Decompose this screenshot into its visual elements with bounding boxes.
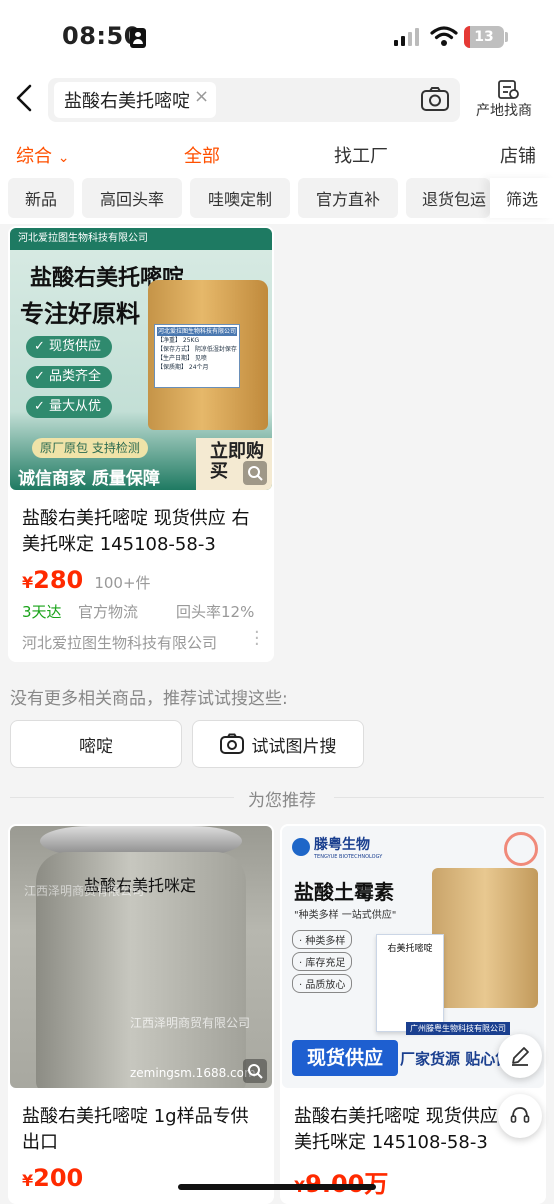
home-indicator xyxy=(178,1184,376,1190)
barrel-label-line: 【生产日期】 见喷 xyxy=(157,355,207,362)
customer-service-float-button[interactable] xyxy=(498,1094,542,1138)
origin-search-label[interactable]: 产地找商 xyxy=(476,100,532,120)
image-headline: 盐酸土霉素 xyxy=(294,880,394,904)
divider xyxy=(334,797,544,798)
search-query-text: 盐酸右美托嘧啶 xyxy=(64,91,190,112)
brand-logo-icon xyxy=(292,838,310,856)
product-card[interactable]: 盐酸右美托咪定 江西泽明商贸有限公司 江西泽明商贸有限公司 zemingsm.1… xyxy=(8,824,274,1204)
image-search-label: 试试图片搜 xyxy=(251,736,337,757)
repeat-rate: 回头率12% xyxy=(176,603,255,621)
tab-bar xyxy=(0,130,554,174)
image-check-item: ✓ 现货供应 xyxy=(26,336,112,358)
product-title[interactable]: 盐酸右美托嘧啶 1g样品专供出口 xyxy=(22,1104,262,1156)
check-icon: ✓ xyxy=(34,339,45,354)
pencil-icon xyxy=(512,1047,529,1066)
chevron-down-icon: ⌄ xyxy=(57,150,70,166)
barrel-label: 河北爱拉图生物科技有限公司 【净重】 25KG 【保存方式】 阴凉低湿封保存 【… xyxy=(154,324,240,388)
image-bottom-tag: 原厂原包 支持检测 xyxy=(32,438,148,458)
product-price: ¥9.00万 xyxy=(294,1164,388,1199)
tab-all[interactable]: 全部 xyxy=(184,142,220,168)
find-similar-icon[interactable] xyxy=(242,1058,268,1084)
product-card[interactable]: 滕粤生物 TENGYUE BIOTECHNOLOGY 盐酸土霉素 "种类多样 一… xyxy=(280,824,546,1204)
product-price: ¥280 100+件 xyxy=(22,566,151,594)
id-card-icon xyxy=(130,28,146,48)
brand-name: 滕粤生物 xyxy=(314,837,370,853)
sample-bag: 右美托嘧啶 xyxy=(376,934,444,1032)
filter-custom[interactable]: 哇噢定制 xyxy=(190,178,290,218)
delivery-time: 3天达 xyxy=(22,603,62,621)
price-value: 280 xyxy=(33,566,84,594)
cellular-signal-icon xyxy=(394,28,419,46)
shop-name[interactable]: 河北爱拉图生物科技有限公司 xyxy=(22,632,217,653)
image-subheadline: 专注好原料 xyxy=(20,300,140,328)
image-bullet: · 库存充足 xyxy=(292,952,353,971)
camera-icon xyxy=(219,733,244,754)
image-bullet: · 种类多样 xyxy=(292,930,353,949)
barrel-label-line: 【保质期】 24个月 xyxy=(157,364,209,371)
product-image[interactable]: 盐酸右美托咪定 江西泽明商贸有限公司 江西泽明商贸有限公司 zemingsm.1… xyxy=(10,826,272,1088)
tab-overall[interactable]: 综合 ⌄ xyxy=(16,142,69,168)
barrel-label-company: 河北爱拉图生物科技有限公司 xyxy=(157,327,237,336)
suggest-keyword-button[interactable]: 嘧啶 xyxy=(10,720,182,768)
image-company-banner: 河北爱拉图生物科技有限公司 xyxy=(10,228,272,250)
image-check-item: ✓ 品类齐全 xyxy=(26,366,112,388)
currency-symbol: ¥ xyxy=(22,573,34,592)
wifi-icon xyxy=(430,26,458,46)
barrel-graphic xyxy=(432,868,538,1008)
back-arrow-icon[interactable] xyxy=(12,82,36,114)
more-options-icon[interactable]: · · · xyxy=(254,624,260,654)
logistics-label: 官方物流 xyxy=(78,603,139,621)
image-banner: 现货供应 xyxy=(292,1040,398,1076)
image-check-item: ✓ 量大从优 xyxy=(26,396,112,418)
image-watermark: 江西泽明商贸有限公司 xyxy=(130,1016,251,1030)
barrel-label-line: 【净重】 25KG xyxy=(157,337,200,344)
origin-factory-icon[interactable] xyxy=(496,78,520,100)
filter-new[interactable]: 新品 xyxy=(8,178,74,218)
sold-count: 100+件 xyxy=(94,574,151,592)
filter-official-subsidy[interactable]: 官方直补 xyxy=(298,178,398,218)
product-card[interactable]: 河北爱拉图生物科技有限公司 盐酸右美托嘧啶 专注好原料 河北爱拉图生物科技有限公… xyxy=(8,226,274,662)
product-image[interactable]: 河北爱拉图生物科技有限公司 盐酸右美托嘧啶 专注好原料 河北爱拉图生物科技有限公… xyxy=(10,228,272,490)
filter-return-shipping[interactable]: 退货包运 xyxy=(406,178,490,218)
image-search-camera-icon[interactable] xyxy=(420,86,450,112)
battery-low-fill xyxy=(464,26,470,48)
image-bullet: · 品质放心 xyxy=(292,974,353,993)
edit-float-button[interactable] xyxy=(498,1034,542,1078)
battery-level: 13 xyxy=(474,29,494,45)
currency-symbol: ¥ xyxy=(22,1171,34,1190)
barrel-label-line: 【保存方式】 阴凉低湿封保存 xyxy=(157,346,237,353)
tab-overall-label: 综合 xyxy=(16,146,52,167)
bag-label: 右美托嘧啶 xyxy=(387,944,433,954)
battery-indicator: 13 xyxy=(464,26,504,48)
image-watermark: 江西泽明商贸有限公司 xyxy=(24,884,145,898)
image-bottom-slogan: 诚信商家 质量保障 xyxy=(18,469,160,489)
image-search-button[interactable]: 试试图片搜 xyxy=(192,720,364,768)
headset-icon xyxy=(510,1107,530,1123)
image-url-text: zemingsm.1688.com xyxy=(130,1066,256,1080)
recommend-title: 为您推荐 xyxy=(248,791,316,811)
image-sub: "种类多样 一站式供应" xyxy=(294,910,397,921)
find-similar-icon[interactable] xyxy=(242,460,268,486)
battery-tip xyxy=(505,32,508,42)
divider xyxy=(10,797,234,798)
check-icon: ✓ xyxy=(34,369,45,384)
product-title[interactable]: 盐酸右美托嘧啶 现货供应 右美托咪定 145108-58-3 xyxy=(22,506,262,558)
clear-query-icon[interactable]: × xyxy=(194,86,209,107)
filter-button[interactable]: 筛选 xyxy=(490,178,554,218)
tab-find-factory[interactable]: 找工厂 xyxy=(334,142,388,168)
image-company: 广州滕粤生物科技有限公司 xyxy=(406,1022,510,1035)
brand-name-en: TENGYUE BIOTECHNOLOGY xyxy=(314,854,383,860)
tab-shops[interactable]: 店铺 xyxy=(500,142,536,168)
brand-logo: 滕粤生物 TENGYUE BIOTECHNOLOGY xyxy=(292,834,382,860)
filter-high-repeat[interactable]: 高回头率 xyxy=(82,178,182,218)
no-more-results-text: 没有更多相关商品，推荐试试搜这些: xyxy=(10,689,288,709)
price-value: 200 xyxy=(33,1164,84,1192)
product-price: ¥200 xyxy=(22,1164,83,1192)
badge-logo-icon xyxy=(504,832,538,866)
check-icon: ✓ xyxy=(34,399,45,414)
